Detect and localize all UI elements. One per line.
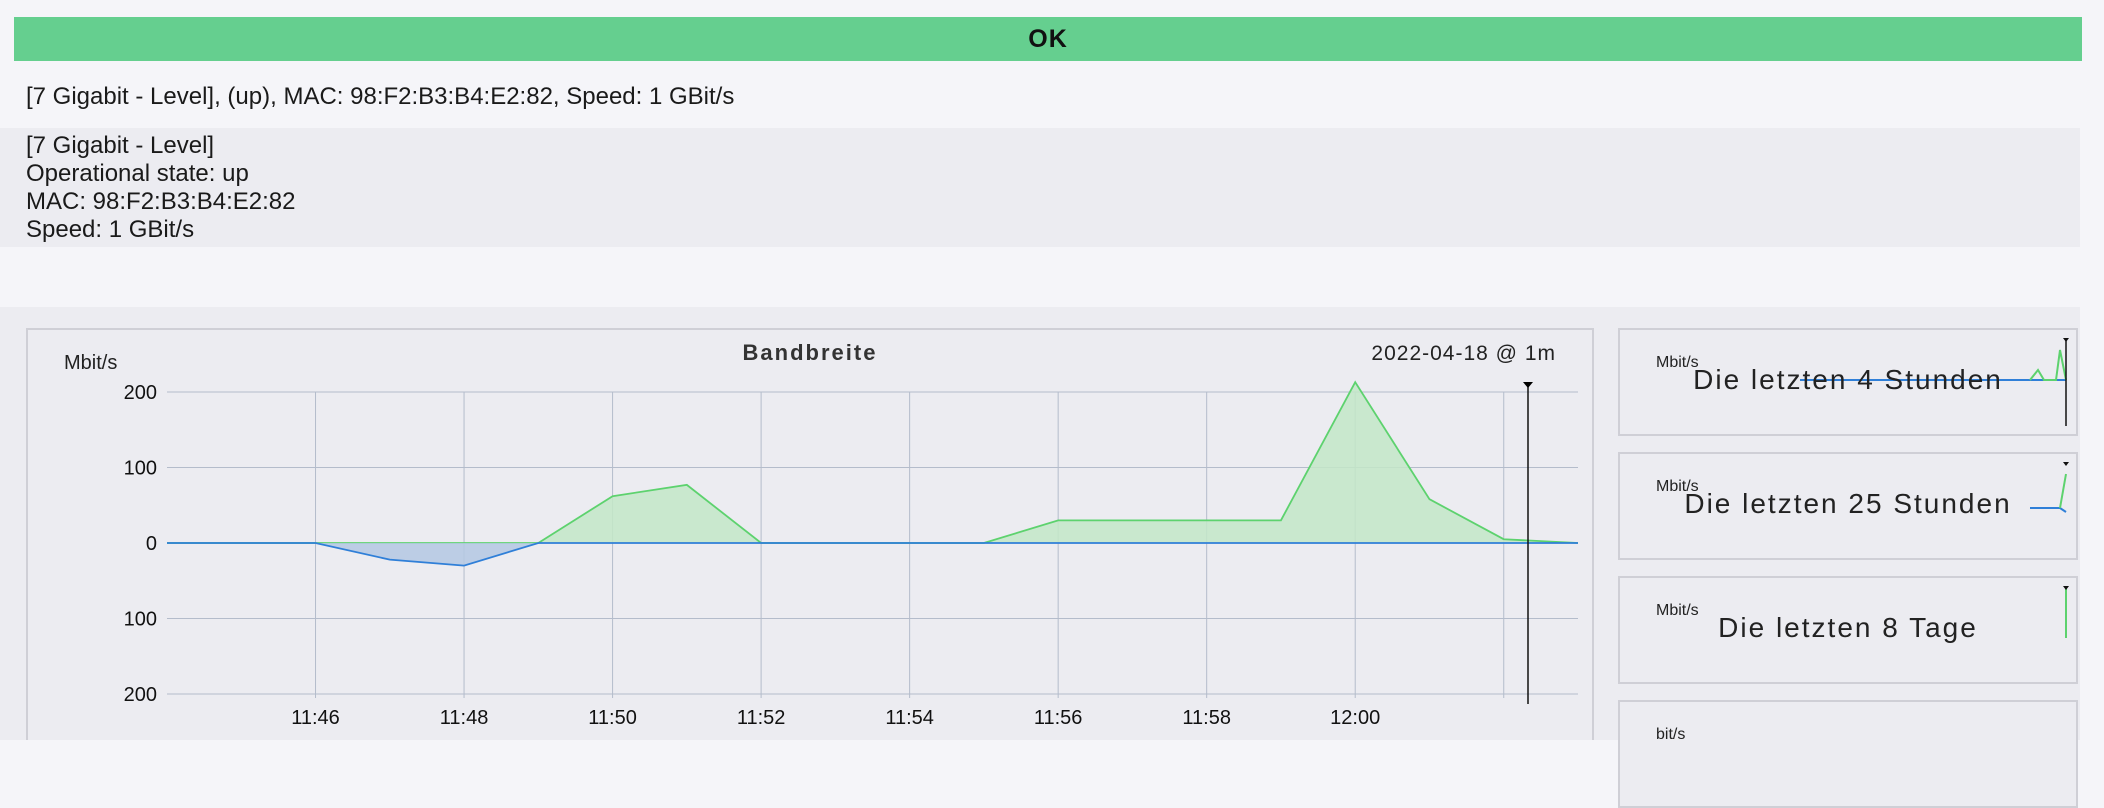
x-tick-label: 12:00 <box>1330 707 1380 729</box>
y-tick-label: 200 <box>124 382 157 404</box>
top-strip <box>0 0 2104 12</box>
status-label: OK <box>1028 24 1068 53</box>
x-tick-label: 11:52 <box>737 707 786 729</box>
thumbnail-graph-25h[interactable]: Mbit/s Die letzten 25 Stunden <box>1618 452 2078 560</box>
section-spacer <box>0 247 2080 307</box>
bandwidth-graph[interactable]: Bandbreite 2022-04-18 @ 1m Mbit/s 200 100… <box>26 328 1594 740</box>
status-badge: OK <box>14 17 2082 61</box>
thumbnail-label: Die letzten 25 Stunden <box>1684 488 2012 519</box>
detail-line: Speed: 1 GBit/s <box>26 216 195 243</box>
series-in-area <box>167 382 1578 543</box>
x-tick-label: 11:48 <box>440 707 489 729</box>
detail-line: [7 Gigabit - Level] <box>26 132 215 159</box>
service-details: [7 Gigabit - Level] Operational state: u… <box>0 128 2080 247</box>
detail-line: MAC: 98:F2:B3:B4:E2:82 <box>26 188 296 215</box>
x-tick-label: 11:50 <box>588 707 637 729</box>
thumbnail-unit: bit/s <box>1656 726 1686 743</box>
page-scrollbar[interactable] <box>2082 0 2104 740</box>
thumbnail-label: Die letzten 8 Tage <box>1718 612 1978 643</box>
time-cursor-marker <box>1523 382 1533 388</box>
thumbnail-graph-bits[interactable]: bit/s <box>1618 700 2078 808</box>
x-tick-label: 11:56 <box>1034 707 1083 729</box>
thumbnail-graph-8d[interactable]: Mbit/s Die letzten 8 Tage <box>1618 576 2078 684</box>
y-tick-label: 100 <box>124 458 157 480</box>
x-tick-label: 11:58 <box>1182 707 1231 729</box>
thumbnail-graph-4h[interactable]: Mbit/s Die letzten 4 Stunden <box>1618 328 2078 436</box>
x-tick-label: 11:54 <box>885 707 934 729</box>
x-tick-label: 11:46 <box>291 707 340 729</box>
bandwidth-chart: 200 100 0 100 200 11:46 11:48 11:50 11:52 11:54 11… <box>124 380 1579 729</box>
y-tick-label: 200 <box>124 684 157 706</box>
y-tick-label: 100 <box>124 609 157 631</box>
y-tick-label: 0 <box>146 533 157 555</box>
detail-line: Operational state: up <box>26 160 249 187</box>
service-summary: [7 Gigabit - Level], (up), MAC: 98:F2:B3… <box>0 66 2080 128</box>
thumbnail-label: Die letzten 4 Stunden <box>1693 364 2003 395</box>
series-out-area <box>167 543 1578 566</box>
